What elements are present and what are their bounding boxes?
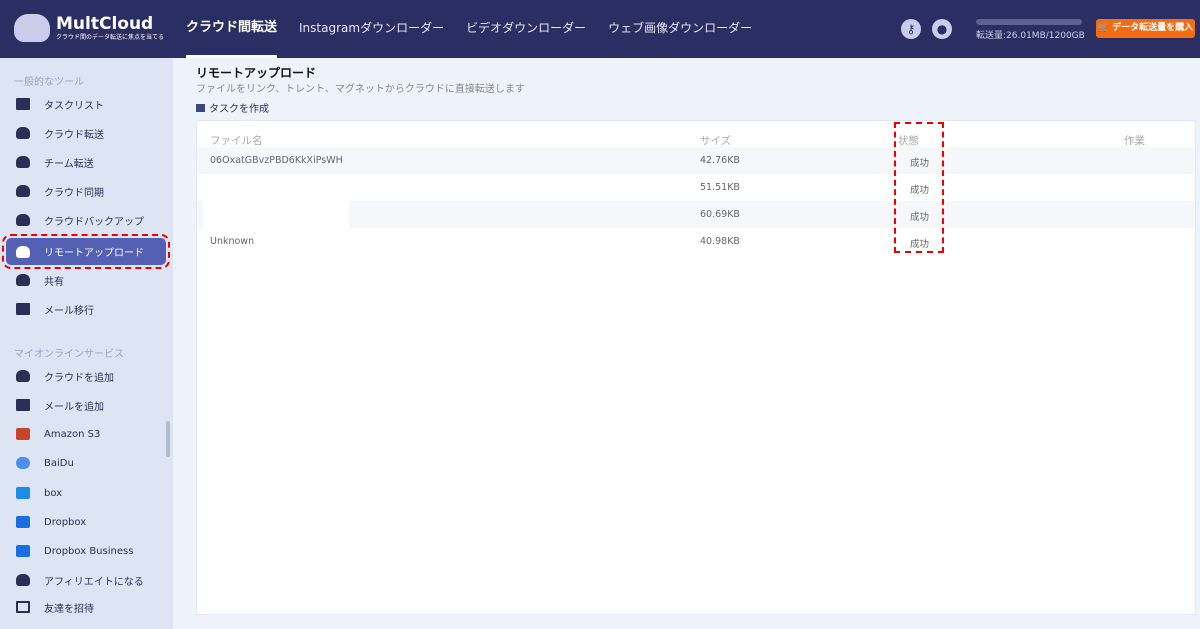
quota-progress-bar bbox=[976, 19, 1082, 25]
cart-icon: 🛒 bbox=[1097, 23, 1113, 33]
file-size: 60.69KB bbox=[700, 209, 740, 220]
brand-tagline: クラウド間のデータ転送に焦点を当てる bbox=[56, 33, 165, 41]
label: クラウドバックアップ bbox=[44, 216, 144, 228]
label: アフィリエイトになる bbox=[44, 576, 144, 588]
label: Amazon S3 bbox=[44, 428, 101, 440]
table-row[interactable]: Unknown 40.98KB 成功 bbox=[197, 228, 1195, 255]
people-icon bbox=[16, 574, 30, 586]
section-general-tools: 一般的なツール bbox=[14, 77, 84, 88]
redacted-area bbox=[203, 201, 349, 228]
nav-cloud-transfer[interactable]: クラウド間転送 bbox=[186, 0, 278, 58]
section-my-services: マイオンラインサービス bbox=[14, 349, 124, 360]
cloud-sync-icon bbox=[16, 185, 30, 197]
label: BaiDu bbox=[44, 457, 74, 469]
table-row[interactable]: 51.51KB 成功 bbox=[197, 174, 1195, 201]
label: 共有 bbox=[44, 276, 64, 288]
sidebar-item-amazon-s3[interactable]: Amazon S3 bbox=[6, 421, 166, 447]
page-subtitle: ファイルをリンク、トレント、マグネットからクラウドに直接転送します bbox=[196, 84, 525, 95]
col-filename: ファイル名 bbox=[210, 135, 263, 147]
dropbox-icon bbox=[16, 516, 30, 528]
logo[interactable]: MultCloud クラウド間のデータ転送に焦点を当てる bbox=[14, 14, 164, 42]
cloud-upload-icon bbox=[16, 245, 30, 258]
create-task-button[interactable]: タスクを作成 bbox=[196, 100, 269, 115]
cloud-logo-icon bbox=[14, 14, 50, 42]
grid-icon bbox=[16, 98, 30, 110]
brand-name: MultCloud bbox=[56, 13, 154, 34]
sidebar-item-cloud-transfer[interactable]: クラウド転送 bbox=[6, 120, 166, 146]
table-row[interactable]: 06OxatGBvzPBD6KkXiPsWH 42.76KB 成功 bbox=[197, 147, 1195, 174]
label: クラウドを追加 bbox=[44, 372, 114, 384]
folder-plus-icon bbox=[196, 103, 205, 112]
label: タスクリスト bbox=[44, 100, 104, 112]
buy-traffic-button[interactable]: 🛒 データ転送量を購入 bbox=[1096, 19, 1195, 38]
sidebar-item-baidu[interactable]: BaiDu bbox=[6, 450, 166, 476]
sidebar: 一般的なツール タスクリスト クラウド転送 チーム転送 クラウド同期 クラウドバ… bbox=[0, 58, 173, 629]
label: Dropbox bbox=[44, 516, 87, 528]
file-size: 51.51KB bbox=[700, 182, 740, 193]
file-name: 06OxatGBvzPBD6KkXiPsWH bbox=[210, 155, 343, 166]
top-bar: MultCloud クラウド間のデータ転送に焦点を当てる クラウド間転送 Inst… bbox=[0, 0, 1200, 58]
status-highlight-box bbox=[894, 122, 944, 253]
sidebar-item-remote-upload[interactable]: リモートアップロード bbox=[2, 234, 170, 269]
user-icon[interactable]: ● bbox=[932, 19, 952, 39]
task-table: ファイル名 サイズ 状態 作業 06OxatGBvzPBD6KkXiPsWH 4… bbox=[196, 120, 1196, 615]
create-task-label: タスクを作成 bbox=[209, 104, 269, 115]
cloud-add-icon bbox=[16, 370, 30, 382]
amazon-s3-icon bbox=[16, 428, 30, 440]
quota-text: 転送量:26.01MB/1200GB bbox=[976, 31, 1085, 41]
page-title: リモートアップロード bbox=[196, 66, 317, 80]
table-row[interactable]: 60.69KB 成功 bbox=[197, 201, 1195, 228]
label: メールを追加 bbox=[44, 401, 104, 413]
nav-instagram-downloader[interactable]: Instagramダウンローダー bbox=[299, 0, 444, 58]
baidu-icon bbox=[16, 457, 30, 469]
col-action: 作業 bbox=[1124, 135, 1145, 147]
team-transfer-icon bbox=[16, 156, 30, 168]
label: チーム転送 bbox=[44, 158, 94, 170]
sidebar-item-add-cloud[interactable]: クラウドを追加 bbox=[6, 363, 166, 389]
label: クラウド同期 bbox=[44, 187, 104, 199]
sidebar-scrollbar[interactable] bbox=[166, 421, 170, 457]
nav-video-downloader[interactable]: ビデオダウンローダー bbox=[466, 0, 586, 58]
file-name: Unknown bbox=[210, 236, 255, 247]
sidebar-item-team-transfer[interactable]: チーム転送 bbox=[6, 149, 166, 175]
sidebar-item-cloud-sync[interactable]: クラウド同期 bbox=[6, 178, 166, 204]
label: メール移行 bbox=[44, 305, 94, 317]
mail-icon bbox=[16, 303, 30, 315]
sidebar-item-task-list[interactable]: タスクリスト bbox=[6, 91, 166, 117]
share-icon bbox=[16, 274, 30, 286]
sidebar-item-cloud-backup[interactable]: クラウドバックアップ bbox=[6, 207, 166, 233]
box-icon bbox=[16, 487, 30, 499]
dropbox-business-icon bbox=[16, 545, 30, 557]
top-nav: クラウド間転送 Instagramダウンローダー ビデオダウンローダー ウェブ画… bbox=[186, 0, 774, 58]
buy-label: データ転送量を購入 bbox=[1112, 23, 1194, 33]
nav-image-downloader[interactable]: ウェブ画像ダウンローダー bbox=[608, 0, 752, 58]
col-size: サイズ bbox=[700, 135, 732, 147]
sidebar-item-email-migration[interactable]: メール移行 bbox=[6, 296, 166, 322]
external-link-icon bbox=[16, 601, 30, 613]
label: 友達を招待 bbox=[44, 603, 94, 615]
key-icon[interactable]: ⚷ bbox=[901, 19, 921, 39]
sidebar-item-dropbox[interactable]: Dropbox bbox=[6, 509, 166, 535]
sidebar-item-affiliate[interactable]: アフィリエイトになる bbox=[6, 567, 166, 593]
cloud-backup-icon bbox=[16, 214, 30, 226]
label: リモートアップロード bbox=[44, 248, 144, 259]
label: Dropbox Business bbox=[44, 545, 134, 557]
file-size: 40.98KB bbox=[700, 236, 740, 247]
sidebar-item-dropbox-business[interactable]: Dropbox Business bbox=[6, 538, 166, 564]
label: クラウド転送 bbox=[44, 129, 104, 141]
cloud-transfer-icon bbox=[16, 127, 30, 139]
label: box bbox=[44, 487, 63, 499]
mail-add-icon bbox=[16, 399, 30, 411]
file-size: 42.76KB bbox=[700, 155, 740, 166]
sidebar-item-invite-friends[interactable]: 友達を招待 bbox=[6, 594, 166, 620]
sidebar-item-share[interactable]: 共有 bbox=[6, 267, 166, 293]
sidebar-item-box[interactable]: box bbox=[6, 480, 166, 506]
sidebar-item-add-email[interactable]: メールを追加 bbox=[6, 392, 166, 418]
